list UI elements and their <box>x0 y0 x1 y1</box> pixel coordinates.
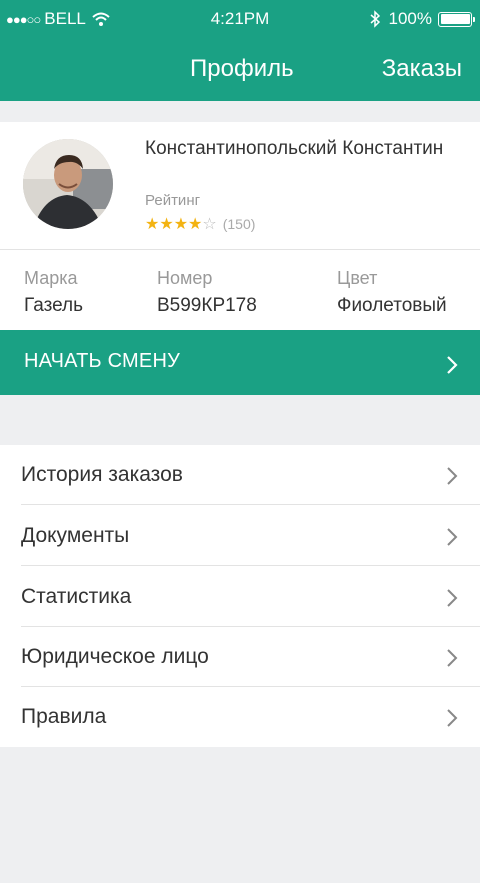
chevron-right-icon <box>447 356 458 374</box>
bluetooth-icon <box>370 10 380 28</box>
chevron-right-icon <box>447 467 458 485</box>
chevron-right-icon <box>447 649 458 667</box>
app-header: ●●●○○ BELL 4:21PM 100% Профиль Заказы <box>0 0 480 101</box>
car-color-label: Цвет <box>337 268 378 288</box>
start-shift-label: НАЧАТЬ СМЕНУ <box>24 350 180 372</box>
rating-label: Рейтинг <box>145 192 201 209</box>
driver-profile-card: Константинопольский Константин Рейтинг ★… <box>0 122 480 330</box>
rating-count: (150) <box>222 216 256 232</box>
car-color-value: Фиолетовый <box>337 295 447 316</box>
menu-item-label: Документы <box>21 524 130 547</box>
car-plate-value: В599КР178 <box>157 295 257 316</box>
status-bar: ●●●○○ BELL 4:21PM 100% <box>0 0 480 38</box>
menu-item-statistics[interactable]: Статистика <box>0 567 480 627</box>
menu-item-rules[interactable]: Правила <box>0 687 480 747</box>
car-brand-value: Газель <box>24 295 83 316</box>
star-icon: ★ <box>159 216 174 233</box>
settings-menu: История заказов Документы Статистика Юри… <box>0 445 480 747</box>
battery-icon <box>438 11 475 27</box>
rating-stars: ★ ★ ★ ★ ☆ (150) <box>145 214 255 234</box>
car-plate-label: Номер <box>157 268 213 288</box>
orders-link[interactable]: Заказы <box>382 55 462 83</box>
star-icon: ★ <box>188 216 203 233</box>
chevron-right-icon <box>447 709 458 727</box>
car-brand-label: Марка <box>24 268 78 288</box>
chevron-right-icon <box>447 528 458 546</box>
menu-item-legal-entity[interactable]: Юридическое лицо <box>0 627 480 687</box>
menu-item-label: Юридическое лицо <box>21 645 209 668</box>
battery-percent: 100% <box>388 9 432 28</box>
driver-photo <box>23 139 113 229</box>
chevron-right-icon <box>447 589 458 607</box>
start-shift-button[interactable]: НАЧАТЬ СМЕНУ <box>0 330 480 395</box>
menu-item-documents[interactable]: Документы <box>0 506 480 566</box>
menu-item-label: Статистика <box>21 585 132 608</box>
page-title: Профиль <box>190 55 294 82</box>
avatar[interactable] <box>23 139 113 229</box>
star-icon: ★ <box>145 216 160 233</box>
divider <box>0 249 480 250</box>
menu-item-label: История заказов <box>21 463 183 486</box>
driver-name: Константинопольский Константин <box>145 138 444 159</box>
star-outline-icon: ☆ <box>202 216 217 233</box>
menu-item-order-history[interactable]: История заказов <box>0 445 480 505</box>
menu-item-label: Правила <box>21 705 107 728</box>
star-icon: ★ <box>173 216 189 233</box>
